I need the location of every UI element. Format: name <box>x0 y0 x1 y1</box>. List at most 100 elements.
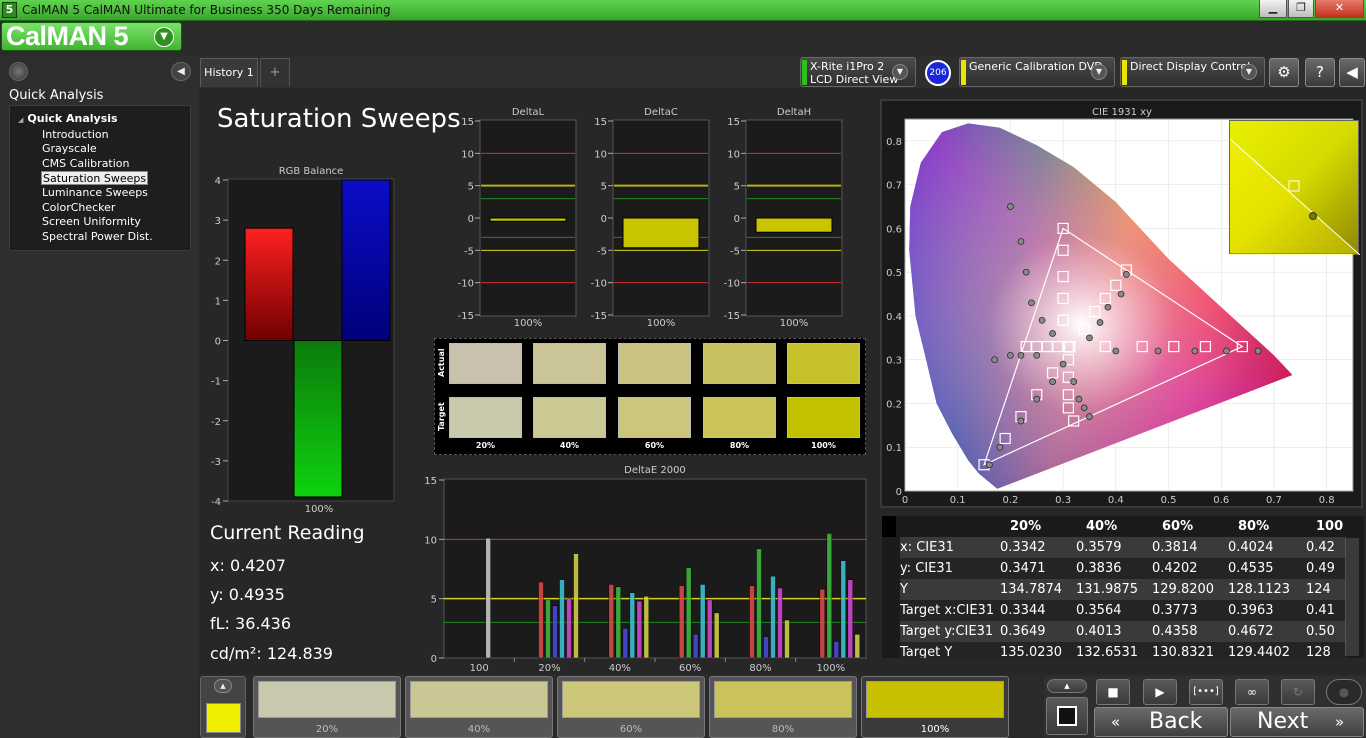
tab-history-1[interactable]: History 1 <box>200 58 258 87</box>
bottom-patch-box[interactable]: 40% <box>405 676 553 738</box>
cie-measured-point <box>1123 271 1130 278</box>
delta-chart-deltac: 15 10 5 0 -5 -10 -15 100% <box>591 117 710 329</box>
panel-collapse-button[interactable]: ◀ <box>1339 58 1365 87</box>
deltae-bar <box>552 605 558 659</box>
deltae-category-label: 100 <box>470 663 489 672</box>
sidebar-item-spectral-power[interactable]: Spectral Power Dist. <box>41 230 154 244</box>
delta-tick-label: 0 <box>734 214 740 225</box>
sidebar-item-grayscale[interactable]: Grayscale <box>41 142 98 156</box>
reading-y: y: 0.4935 <box>210 585 285 604</box>
bottom-patch-box[interactable]: 20% <box>253 676 401 738</box>
deltae-bar <box>545 599 551 659</box>
bottom-patch-box[interactable]: 80% <box>709 676 857 738</box>
help-icon[interactable]: ? <box>1305 58 1335 87</box>
table-cell: 0.3649 <box>1000 624 1046 639</box>
deltae-bar <box>608 584 615 659</box>
cie-measured-point <box>1049 330 1056 337</box>
table-row[interactable]: Target Y 135.0230 132.6531 130.8321 129.4402… <box>900 642 1346 658</box>
cie-measured-point <box>1059 360 1067 368</box>
chevron-down-icon[interactable]: ▼ <box>154 27 174 47</box>
cie-ytick-label: 0.1 <box>886 443 902 454</box>
deltae-bar <box>678 585 685 659</box>
stop-large-button[interactable] <box>1046 697 1088 735</box>
delta-tick-label: 10 <box>727 149 740 160</box>
table-row[interactable]: Target y:CIE31 0.3649 0.4013 0.4358 0.4672 0.… <box>900 621 1346 642</box>
sidebar-item-saturation-sweeps[interactable]: Saturation Sweeps <box>41 171 149 185</box>
table-cell: 0.42 <box>1306 540 1335 555</box>
display-selector[interactable]: Direct Display Control ▼ <box>1120 57 1265 87</box>
inset-target-square <box>1288 180 1300 192</box>
cie-measured-point <box>1070 378 1078 385</box>
table-cell: 0.4013 <box>1076 624 1122 639</box>
chevron-down-icon[interactable]: ▼ <box>892 64 908 80</box>
table-row[interactable]: Y 134.7874 131.9875 129.8200 128.1123 124 <box>900 579 1346 600</box>
deltae-bar <box>756 548 762 659</box>
table-cell: 0.3836 <box>1076 561 1122 576</box>
next-button[interactable]: Next» <box>1230 707 1364 737</box>
chevron-up-icon[interactable]: ▲ <box>214 679 232 693</box>
cie-xtick-label: 0.2 <box>1002 495 1018 506</box>
meter-badge[interactable]: 206 <box>925 60 951 86</box>
delta-tick-label: 5 <box>601 182 607 193</box>
delta-tick-label: -15 <box>458 311 474 322</box>
chevron-down-icon[interactable]: ▼ <box>1241 64 1257 80</box>
cie-measured-point <box>1038 316 1046 324</box>
actual-swatch <box>618 343 691 384</box>
workflow-dot-icon[interactable] <box>9 62 28 81</box>
continuous-infinity-icon[interactable]: ∞ <box>1235 679 1269 705</box>
tree-root-quick-analysis[interactable]: ◢ Quick Analysis <box>18 112 118 125</box>
cie-measured-point <box>1017 238 1025 245</box>
chevron-up-icon[interactable]: ▲ <box>1047 679 1087 693</box>
sidebar-item-cms-calibration[interactable]: CMS Calibration <box>41 157 131 171</box>
bottom-patch-box[interactable]: 100% <box>861 676 1009 738</box>
meter-selector[interactable]: X-Rite i1Pro 2 LCD Direct View ▼ <box>800 57 916 87</box>
calman-logo[interactable]: CalMAN 5 ▼ <box>1 21 182 51</box>
table-scrollbar[interactable] <box>1345 538 1359 656</box>
reading-fl: fL: 36.436 <box>210 614 292 633</box>
sidebar-item-screen-uniformity[interactable]: Screen Uniformity <box>41 215 142 229</box>
settings-gear-icon[interactable]: ⚙ <box>1269 58 1299 87</box>
cie-ytick-label: 0.8 <box>886 137 902 148</box>
display-label: Direct Display Control <box>1130 60 1251 73</box>
bottom-patch-swatch <box>714 681 852 718</box>
table-row[interactable]: x: CIE31 0.3342 0.3579 0.3814 0.4024 0.42 <box>900 537 1346 558</box>
source-selector[interactable]: Generic Calibration DVD ▼ <box>959 57 1115 87</box>
actual-swatch <box>787 343 860 384</box>
cie-ytick-label: 0 <box>896 487 902 498</box>
table-row[interactable]: Target x:CIE31 0.3344 0.3564 0.3773 0.3963 0.… <box>900 600 1346 621</box>
delta-tick-label: -5 <box>597 246 607 257</box>
current-color-swatch <box>206 703 241 733</box>
deltae-bar <box>573 553 579 659</box>
table-cell: 130.8321 <box>1152 645 1215 658</box>
cie-measured-point <box>1154 347 1162 355</box>
back-button[interactable]: «Back <box>1094 707 1228 737</box>
read-series-icon[interactable]: [•••] <box>1189 679 1223 705</box>
swatch-level-label: 100% <box>811 441 836 450</box>
close-button[interactable]: ✕ <box>1315 0 1364 18</box>
add-tab-button[interactable]: + <box>260 58 290 87</box>
swatch-level-label: 40% <box>559 441 580 450</box>
cie-xtick-label: 0.4 <box>1108 495 1124 506</box>
table-cell: 124 <box>1306 582 1331 597</box>
table-corner-marker <box>882 516 896 537</box>
stop-icon[interactable]: ■ <box>1096 679 1130 705</box>
sidebar-collapse-button[interactable]: ◀ <box>171 62 191 81</box>
inset-measured-point <box>1309 212 1317 220</box>
table-cell: 0.4535 <box>1228 561 1274 576</box>
bottom-patch-label: 60% <box>619 724 643 735</box>
green-bar <box>293 340 343 498</box>
cie-measured-point <box>1191 347 1199 355</box>
minimize-button[interactable]: ▁ <box>1259 0 1287 18</box>
data-table: 20% 40% 60% 80% 100 x: CIE31 0.3342 0.3579 0.381… <box>882 516 1364 658</box>
sidebar-item-luminance-sweeps[interactable]: Luminance Sweeps <box>41 186 149 200</box>
play-icon[interactable]: ▶ <box>1143 679 1177 705</box>
window-title: CalMAN 5 CalMAN Ultimate for Business 35… <box>22 3 391 17</box>
table-row[interactable]: y: CIE31 0.3471 0.3836 0.4202 0.4535 0.49 <box>900 558 1346 579</box>
sidebar-item-introduction[interactable]: Introduction <box>41 128 110 142</box>
sidebar-item-colorchecker[interactable]: ColorChecker <box>41 201 116 215</box>
chevron-down-icon[interactable]: ▼ <box>1091 64 1107 80</box>
cie-measured-point <box>1112 347 1120 355</box>
deltae-bar <box>854 634 861 659</box>
maximize-button[interactable]: ❐ <box>1288 0 1314 18</box>
bottom-patch-box[interactable]: 60% <box>557 676 705 738</box>
